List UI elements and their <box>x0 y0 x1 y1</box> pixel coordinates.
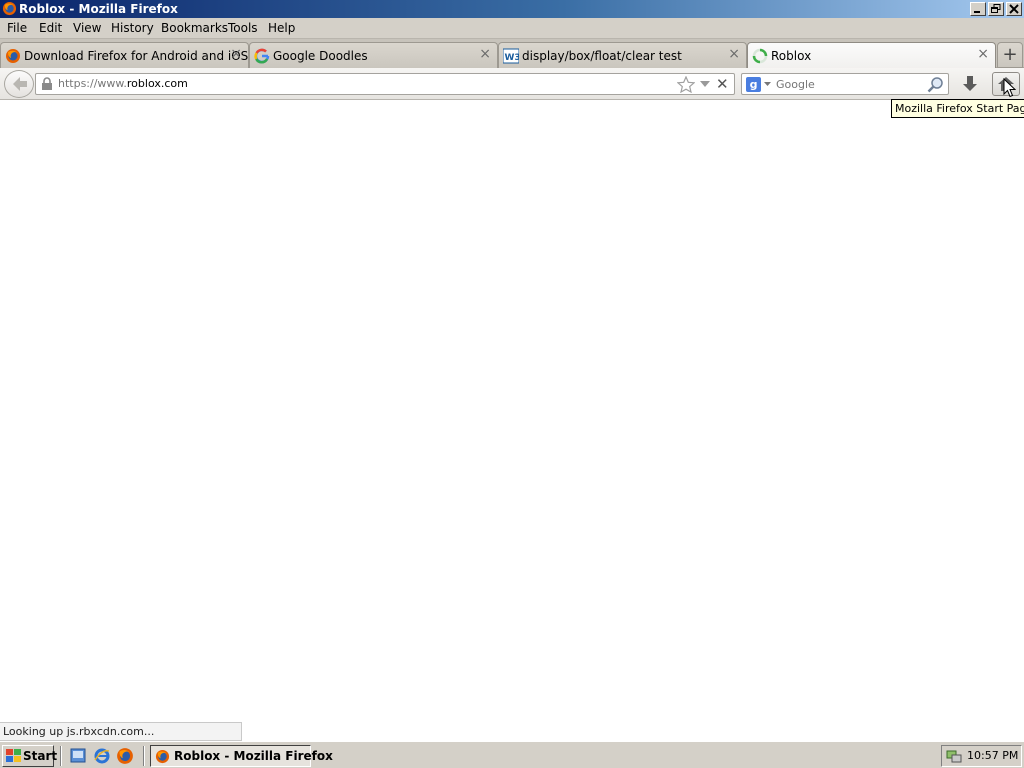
bookmark-star-icon[interactable] <box>677 76 695 93</box>
history-dropdown-icon[interactable] <box>700 81 710 87</box>
stop-button[interactable]: ✕ <box>716 75 729 93</box>
back-button[interactable] <box>4 70 34 98</box>
google-icon <box>254 48 270 64</box>
menu-file[interactable]: File <box>7 21 27 36</box>
search-icon[interactable] <box>927 76 944 93</box>
navigation-toolbar: https://www.roblox.com ✕ g <box>0 68 1024 100</box>
firefox-icon[interactable] <box>116 747 134 765</box>
taskbar-item-label: Roblox - Mozilla Firefox <box>174 749 333 763</box>
restore-icon <box>991 4 1001 13</box>
window-title: Roblox - Mozilla Firefox <box>19 2 178 16</box>
back-arrow-icon <box>13 77 27 91</box>
search-input[interactable] <box>776 76 916 92</box>
taskbar-separator <box>60 746 62 766</box>
taskbar-item-firefox[interactable]: Roblox - Mozilla Firefox <box>150 745 333 767</box>
clock[interactable]: 10:57 PM <box>967 749 1018 762</box>
download-icon[interactable] <box>958 72 982 96</box>
menu-bookmarks[interactable]: Bookmarks <box>161 21 228 36</box>
url-domain: roblox.com <box>126 77 188 90</box>
start-label: Start <box>23 749 58 763</box>
search-bar: g <box>741 73 949 95</box>
start-button[interactable]: Start <box>2 745 58 767</box>
tab-google-doodles[interactable]: Google Doodles × <box>249 42 498 68</box>
tab-download-firefox[interactable]: Download Firefox for Android and iOS × <box>0 42 249 68</box>
w3c-icon: W3 <box>503 48 519 64</box>
close-icon <box>1009 4 1019 14</box>
tab-label: Google Doodles <box>273 49 368 63</box>
tab-label: Roblox <box>771 49 812 63</box>
firefox-icon <box>2 1 17 16</box>
lock-icon <box>42 77 52 90</box>
close-window-button[interactable] <box>1006 2 1022 16</box>
engine-dropdown-icon[interactable] <box>764 82 771 86</box>
taskbar: Start Roblox - Mozilla Firefox 10:57 PM <box>0 741 1024 768</box>
taskbar-separator <box>143 746 145 766</box>
mouse-cursor-icon <box>1003 78 1016 98</box>
firefox-icon <box>6 49 20 63</box>
show-desktop-icon[interactable] <box>69 747 87 765</box>
svg-text:W3: W3 <box>505 53 520 63</box>
restore-button[interactable] <box>988 2 1004 16</box>
network-icon[interactable] <box>946 748 962 764</box>
tab-label: Download Firefox for Android and iOS <box>24 49 249 63</box>
loading-spinner-icon <box>752 48 768 64</box>
windows-flag-icon <box>6 749 21 762</box>
menu-tools[interactable]: Tools <box>228 21 258 36</box>
internet-explorer-icon[interactable] <box>93 747 111 765</box>
menu-view[interactable]: View <box>73 21 101 36</box>
menu-history[interactable]: History <box>111 21 154 36</box>
menu-edit[interactable]: Edit <box>39 21 62 36</box>
tooltip: Mozilla Firefox Start Page <box>891 99 1024 118</box>
firefox-icon <box>155 749 170 764</box>
url-text: https://www.roblox.com <box>58 77 188 90</box>
url-bar[interactable]: https://www.roblox.com ✕ <box>35 73 735 95</box>
close-tab-icon[interactable]: × <box>728 46 740 62</box>
minimize-icon <box>974 11 980 13</box>
url-prefix: https://www. <box>58 77 127 90</box>
system-tray: 10:57 PM <box>941 745 1022 767</box>
minimize-button[interactable] <box>970 2 986 16</box>
firefox-window: Roblox - Mozilla Firefox File Edit View … <box>0 0 1024 768</box>
new-tab-button[interactable]: + <box>997 42 1023 68</box>
status-panel: Looking up js.rbxcdn.com... <box>0 722 242 741</box>
tab-label: display/box/float/clear test <box>522 49 682 63</box>
close-tab-icon[interactable]: × <box>479 46 491 62</box>
close-tab-icon[interactable]: × <box>230 46 242 62</box>
tab-roblox[interactable]: Roblox × <box>747 42 996 69</box>
page-content-area[interactable] <box>0 101 1024 741</box>
close-tab-icon[interactable]: × <box>977 46 989 62</box>
tab-float-clear-test[interactable]: W3 display/box/float/clear test × <box>498 42 747 68</box>
tab-strip: Download Firefox for Android and iOS × G… <box>0 39 1024 69</box>
google-search-engine-icon[interactable]: g <box>746 77 761 92</box>
menu-bar: File Edit View History Bookmarks Tools H… <box>0 18 1024 39</box>
title-bar[interactable]: Roblox - Mozilla Firefox <box>0 0 1024 18</box>
menu-help[interactable]: Help <box>268 21 295 36</box>
